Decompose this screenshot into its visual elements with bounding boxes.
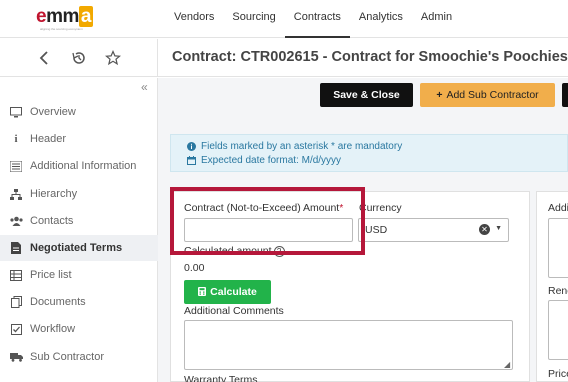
right-label-1: Addi (548, 202, 568, 214)
right-textarea-2[interactable] (548, 300, 568, 360)
sidebar-item-label: Contacts (30, 215, 74, 227)
save-close-button[interactable]: Save & Close (320, 83, 413, 107)
currency-value: USD (365, 224, 388, 236)
title-bar: Contract: CTR002615 - Contract for Smooc… (0, 39, 568, 77)
top-bar: emm a aligning the sourcing ecosystem Ven… (0, 0, 568, 38)
sidebar-item-workflow[interactable]: Workflow (0, 316, 158, 342)
calendar-icon (185, 156, 197, 165)
sidebar-item-contacts[interactable]: Contacts (0, 208, 158, 234)
date-format-note: Expected date format: M/d/yyyy (201, 155, 342, 166)
hierarchy-icon (9, 187, 23, 201)
right-label-3: Price (548, 368, 568, 380)
history-icon[interactable] (69, 48, 89, 68)
amount-label-text: Contract (Not-to-Exceed) Amount (184, 202, 340, 214)
truck-icon (9, 350, 23, 364)
page-title: Contract: CTR002615 - Contract for Smooc… (172, 49, 568, 65)
calculated-label-text: Calculated amount (184, 245, 272, 257)
calculated-amount-label: Calculated amount? (184, 245, 285, 257)
sidebar-item-label: Sub Contractor (30, 351, 104, 363)
right-label-2: Rene (548, 285, 568, 297)
sidebar-item-additional-information[interactable]: Additional Information (0, 153, 158, 179)
sidebar-item-label: Hierarchy (30, 188, 78, 200)
required-asterisk: * (339, 202, 344, 214)
sidebar-item-label: Overview (30, 106, 76, 118)
people-icon (9, 214, 23, 228)
sidebar-item-label: Documents (30, 296, 86, 308)
chevron-left-icon[interactable] (34, 48, 54, 68)
double-chevron-left-icon[interactable]: « (141, 80, 148, 94)
copy-icon (9, 295, 23, 309)
currency-label: Currency (359, 202, 402, 214)
top-nav: Vendors Sourcing Contracts Analytics Adm… (165, 0, 461, 38)
nav-sourcing[interactable]: Sourcing (223, 0, 284, 38)
caret-down-icon[interactable]: ▼ (495, 225, 502, 232)
nav-contracts[interactable]: Contracts (284, 0, 350, 38)
add-sub-contractor-label: Add Sub Contractor (446, 89, 539, 101)
nav-admin[interactable]: Admin (412, 0, 461, 38)
star-icon[interactable] (103, 48, 123, 68)
nav-vendors[interactable]: Vendors (165, 0, 223, 38)
add-sub-contractor-button[interactable]: + Add Sub Contractor (420, 83, 555, 107)
additional-comments-textarea[interactable] (184, 320, 513, 370)
monitor-icon (9, 105, 23, 119)
emma-logo[interactable]: emm a aligning the sourcing ecosystem (36, 6, 118, 31)
mandatory-note: Fields marked by an asterisk * are manda… (201, 141, 403, 152)
sidebar-item-label: Negotiated Terms (30, 242, 123, 254)
main-content: Save & Close + Add Sub Contractor Fields… (158, 78, 568, 382)
sidebar-item-header[interactable]: i Header (0, 126, 158, 152)
amount-input[interactable] (184, 218, 353, 242)
calculate-button[interactable]: Calculate (184, 280, 271, 304)
table-icon (9, 268, 23, 282)
sidebar-item-sub-contractor[interactable]: Sub Contractor (0, 344, 158, 370)
sidebar-item-hierarchy[interactable]: Hierarchy (0, 181, 158, 207)
titlebar-divider (157, 39, 158, 77)
help-icon[interactable]: ? (273, 245, 285, 257)
nav-analytics[interactable]: Analytics (350, 0, 412, 38)
checkbox-icon (9, 322, 23, 336)
negotiated-terms-card: Contract (Not-to-Exceed) Amount* Currenc… (170, 191, 530, 382)
right-textarea-1[interactable] (548, 218, 568, 278)
document-icon (9, 241, 23, 255)
sidebar-item-overview[interactable]: Overview (0, 99, 158, 125)
amount-label: Contract (Not-to-Exceed) Amount* (184, 202, 343, 214)
clear-icon[interactable]: ✕ (479, 224, 490, 235)
sidebar-item-price-list[interactable]: Price list (0, 262, 158, 288)
info-banner: Fields marked by an asterisk * are manda… (170, 134, 568, 172)
sidebar-item-label: Header (30, 133, 67, 145)
info-icon: i (14, 133, 18, 145)
sidebar-item-label: Workflow (30, 323, 76, 335)
sidebar-item-label: Price list (30, 269, 72, 281)
list-icon (9, 159, 23, 173)
sidebar: « Overview i Header Additional Informati… (0, 78, 158, 382)
resize-grip-icon[interactable]: ◢ (504, 360, 510, 369)
sidebar-item-label: Additional Information (30, 160, 137, 172)
sidebar-item-documents[interactable]: Documents (0, 289, 158, 315)
additional-comments-label: Additional Comments (184, 305, 284, 317)
warranty-terms-label: Warranty Terms (184, 374, 258, 382)
plus-icon: + (436, 89, 443, 101)
info-circle-icon (185, 142, 197, 151)
sidebar-item-negotiated-terms[interactable]: Negotiated Terms (0, 235, 158, 261)
calculate-label: Calculate (210, 286, 257, 298)
more-button[interactable] (562, 83, 568, 107)
right-card: Addi Rene Price (536, 191, 568, 382)
calculator-icon (198, 286, 207, 298)
logo-tagline: aligning the sourcing ecosystem (40, 27, 83, 31)
currency-select[interactable]: USD ✕ ▼ (358, 218, 509, 242)
calculated-amount-value: 0.00 (184, 262, 205, 274)
